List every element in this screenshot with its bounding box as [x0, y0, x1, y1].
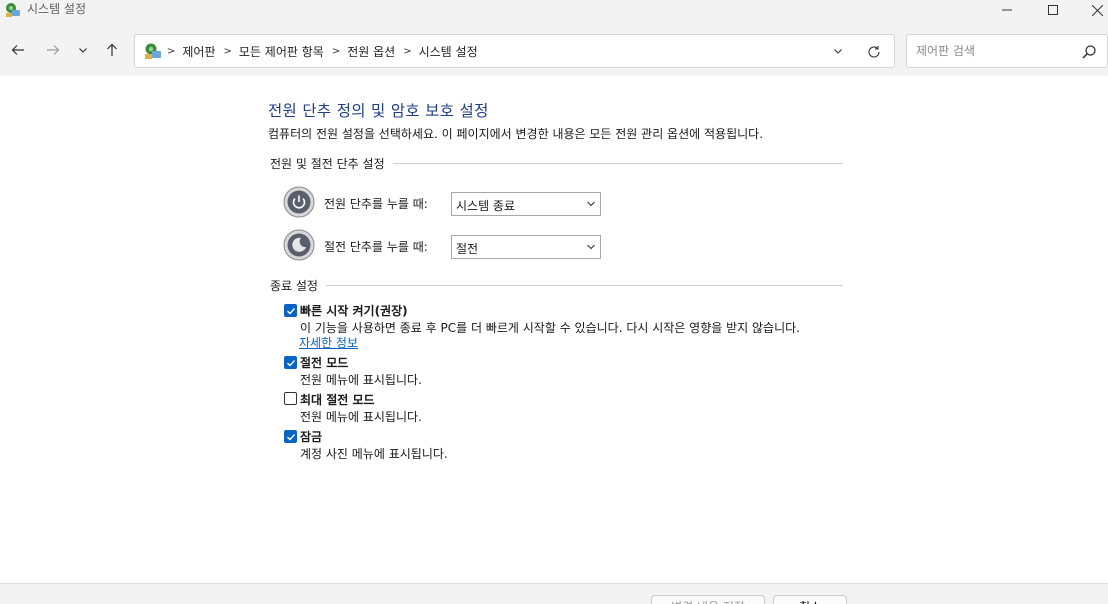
lock-checkbox[interactable] — [284, 430, 297, 443]
navigation-bar: > 제어판 > 모든 제어판 항목 > 전원 옵션 > 시스템 설정 — [0, 24, 1108, 76]
sleep-button-label: 절전 단추를 누를 때: — [324, 240, 428, 254]
breadcrumb-item[interactable]: 제어판 — [182, 43, 215, 60]
hibernate-description: 전원 메뉴에 표시됩니다. — [300, 410, 422, 424]
save-changes-button[interactable]: 변경 내용 저장 — [651, 595, 765, 604]
fast-startup-label[interactable]: 빠른 시작 켜기(권장) — [300, 302, 408, 319]
page-description: 컴퓨터의 전원 설정을 선택하세요. 이 페이지에서 변경한 내용은 모든 전원… — [268, 127, 764, 141]
search-input[interactable] — [916, 35, 1076, 67]
power-buttons-section-heading: 전원 및 절전 단추 설정 — [270, 155, 843, 172]
breadcrumb-item[interactable]: 시스템 설정 — [419, 43, 478, 60]
close-button[interactable] — [1074, 0, 1108, 20]
up-button[interactable] — [100, 38, 124, 62]
sleep-checkbox[interactable] — [284, 356, 297, 369]
more-info-link[interactable]: 자세한 정보 — [299, 334, 358, 351]
lock-description: 계정 사진 메뉴에 표시됩니다. — [300, 447, 448, 461]
power-button-icon — [283, 186, 315, 218]
power-button-label: 전원 단추를 누를 때: — [324, 197, 428, 211]
sleep-description: 전원 메뉴에 표시됩니다. — [300, 373, 422, 387]
cancel-button[interactable]: 취소 — [773, 595, 847, 604]
maximize-icon — [1048, 5, 1058, 15]
chevron-down-icon — [834, 49, 842, 54]
power-button-action-select[interactable]: 시스템 종료 — [451, 192, 601, 216]
sleep-button-action-select[interactable]: 절전 — [451, 235, 601, 259]
refresh-icon — [868, 46, 880, 58]
fast-startup-description: 이 기능을 사용하면 종료 후 PC를 더 빠르게 시작할 수 있습니다. 다시… — [300, 321, 800, 335]
footer-bar — [0, 584, 1108, 604]
back-button[interactable] — [6, 38, 30, 62]
search-box — [906, 34, 1108, 68]
minimize-button[interactable] — [984, 0, 1030, 20]
divider — [325, 285, 843, 286]
control-panel-icon — [145, 43, 161, 59]
address-dropdown-button[interactable] — [829, 43, 847, 59]
refresh-button[interactable] — [864, 42, 884, 62]
hibernate-label[interactable]: 최대 절전 모드 — [300, 391, 375, 408]
chevron-down-icon — [587, 244, 595, 250]
breadcrumb: > 제어판 > 모든 제어판 항목 > 전원 옵션 > 시스템 설정 — [167, 43, 478, 60]
checkmark-icon — [287, 434, 296, 441]
hibernate-checkbox[interactable] — [284, 392, 297, 405]
control-panel-icon — [6, 3, 20, 17]
search-icon[interactable] — [1081, 44, 1097, 60]
checkmark-icon — [287, 308, 296, 315]
forward-button[interactable] — [41, 38, 65, 62]
arrow-right-icon — [47, 45, 60, 55]
arrow-left-icon — [11, 45, 24, 55]
divider — [392, 163, 843, 164]
select-value: 시스템 종료 — [456, 199, 516, 213]
fast-startup-checkbox[interactable] — [284, 304, 297, 317]
sleep-button-icon — [283, 229, 315, 261]
recent-locations-button[interactable] — [71, 38, 95, 62]
select-value: 절전 — [456, 242, 479, 256]
close-icon — [1091, 4, 1103, 16]
chevron-down-icon — [587, 201, 595, 207]
breadcrumb-item[interactable]: 모든 제어판 항목 — [239, 43, 324, 60]
minimize-icon — [1002, 9, 1012, 11]
breadcrumb-item[interactable]: 전원 옵션 — [347, 43, 395, 60]
lock-label[interactable]: 잠금 — [300, 428, 322, 445]
shutdown-section-heading: 종료 설정 — [270, 277, 843, 294]
title-bar: 시스템 설정 — [0, 0, 1108, 24]
sleep-label[interactable]: 절전 모드 — [300, 354, 348, 371]
window-title: 시스템 설정 — [27, 2, 87, 16]
maximize-button[interactable] — [1030, 0, 1076, 20]
address-bar[interactable]: > 제어판 > 모든 제어판 항목 > 전원 옵션 > 시스템 설정 — [134, 34, 895, 68]
checkmark-icon — [287, 360, 296, 367]
arrow-up-icon — [107, 43, 117, 56]
page-title: 전원 단추 정의 및 암호 보호 설정 — [268, 102, 489, 120]
chevron-down-icon — [79, 48, 87, 53]
